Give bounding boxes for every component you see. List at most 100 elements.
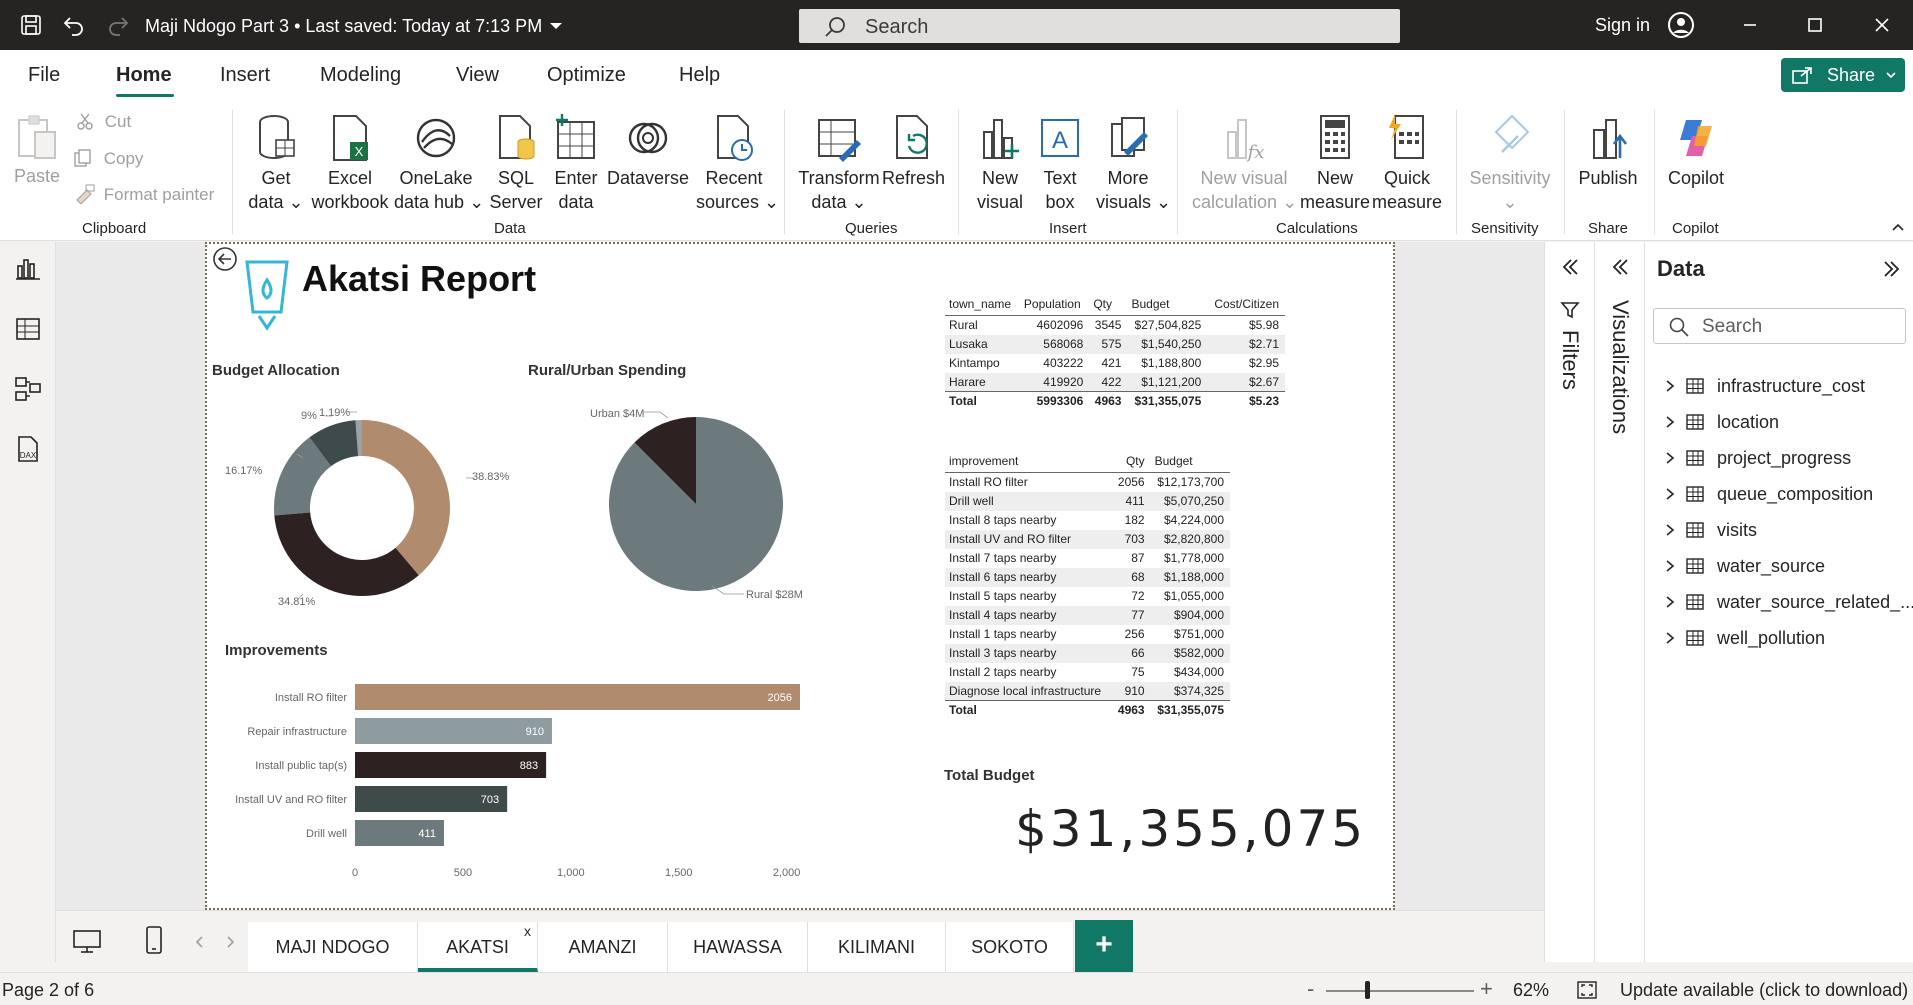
col-improvement[interactable]: improvement — [945, 452, 1113, 473]
paste-button[interactable]: Paste — [12, 112, 62, 188]
table-row[interactable]: Install 1 taps nearby 256 $751,000 — [945, 625, 1230, 644]
table-row[interactable]: Install RO filter 2056 $12,173,700 — [945, 473, 1230, 492]
town-budget-table[interactable]: town_name Population Qty Budget Cost/Cit… — [945, 295, 1285, 411]
more-visuals-button[interactable]: More visuals ⌄ — [1096, 112, 1171, 214]
zoom-slider-track[interactable] — [1326, 990, 1474, 992]
global-search-box[interactable]: Search — [799, 9, 1400, 43]
new-measure-button[interactable]: New measure — [1300, 112, 1370, 214]
improvement-bar[interactable] — [355, 752, 547, 778]
table-row[interactable]: Install 4 taps nearby 77 $904,000 — [945, 605, 1230, 625]
tab-insert[interactable]: Insert — [220, 64, 270, 87]
zoom-slider-thumb[interactable] — [1365, 981, 1370, 999]
dax-query-view-icon[interactable]: DAX — [13, 434, 43, 464]
new-visual-calculation-button[interactable]: fx New visual calculation ⌄ — [1192, 112, 1297, 214]
table-row[interactable]: Harare 419920 422 $1,121,200 $2.67 — [945, 372, 1285, 392]
improvement-budget-table[interactable]: improvement Qty Budget Install RO filter… — [945, 452, 1230, 720]
maximize-icon[interactable] — [1803, 13, 1827, 37]
document-title[interactable]: Maji Ndogo Part 3 • Last saved: Today at… — [145, 16, 542, 37]
table-view-icon[interactable] — [13, 314, 43, 344]
chevron-right-icon[interactable] — [1663, 556, 1677, 576]
table-row[interactable]: Install 7 taps nearby 87 $1,778,000 — [945, 549, 1230, 568]
scroll-tabs-right-icon[interactable] — [224, 935, 236, 949]
close-icon[interactable] — [1870, 13, 1894, 37]
improvement-bar[interactable] — [355, 718, 552, 744]
table-row[interactable]: Diagnose local infrastructure 910 $374,325 — [945, 681, 1230, 701]
improvement-bar[interactable] — [355, 684, 800, 710]
chevron-right-icon[interactable] — [1663, 628, 1677, 648]
col-town-name[interactable]: town_name — [945, 295, 1020, 316]
page-tab-amanzi[interactable]: AMANZI — [538, 922, 668, 972]
page-tab-hawassa[interactable]: HAWASSA — [668, 922, 808, 972]
chevron-right-icon[interactable] — [1663, 412, 1677, 432]
filters-pane[interactable]: Filters — [1544, 242, 1594, 962]
desktop-layout-icon[interactable] — [72, 929, 102, 955]
table-row[interactable]: Install 5 taps nearby 72 $1,055,000 — [945, 587, 1230, 606]
sign-in-link[interactable]: Sign in — [1595, 15, 1650, 36]
redo-icon[interactable] — [106, 13, 130, 37]
add-page-button[interactable]: + — [1075, 920, 1133, 972]
table-row[interactable]: Drill well 411 $5,070,250 — [945, 491, 1230, 511]
chevron-right-icon[interactable] — [1663, 448, 1677, 468]
copilot-button[interactable]: Copilot — [1664, 112, 1728, 190]
donut-slice[interactable] — [362, 420, 451, 576]
donut-slice[interactable] — [274, 512, 419, 596]
model-view-icon[interactable] — [13, 374, 43, 404]
publish-button[interactable]: Publish — [1574, 112, 1642, 190]
minimize-icon[interactable] — [1738, 13, 1762, 37]
tab-optimize[interactable]: Optimize — [547, 64, 626, 87]
table-row[interactable]: Install 8 taps nearby 182 $4,224,000 — [945, 511, 1230, 530]
back-arrow-icon[interactable] — [212, 246, 238, 272]
onelake-data-hub-button[interactable]: OneLake data hub ⌄ — [394, 112, 484, 214]
col-budget[interactable]: Budget — [1127, 295, 1208, 316]
format-painter-button[interactable]: Format painter — [73, 184, 214, 205]
page-tab-akatsi[interactable]: AKATSI x — [418, 922, 538, 972]
table-row[interactable]: Kintampo 403222 421 $1,188,800 $2.95 — [945, 354, 1285, 373]
chevron-right-icon[interactable] — [1663, 592, 1677, 612]
table-row[interactable]: Lusaka 568068 575 $1,540,250 $2.71 — [945, 334, 1285, 354]
recent-sources-button[interactable]: Recent sources ⌄ — [696, 112, 779, 214]
get-data-button[interactable]: Get data ⌄ — [248, 112, 304, 214]
col-population[interactable]: Population — [1019, 295, 1090, 316]
tab-help[interactable]: Help — [679, 64, 720, 87]
scroll-tabs-left-icon[interactable] — [194, 935, 206, 949]
sql-server-button[interactable]: SQL Server — [488, 112, 544, 214]
expand-filters-icon[interactable] — [1559, 256, 1581, 278]
rural-urban-pie-chart[interactable]: Urban $4M Rural $28M — [560, 392, 840, 622]
collapse-data-pane-icon[interactable] — [1881, 258, 1903, 280]
account-icon[interactable] — [1667, 11, 1695, 39]
save-icon[interactable] — [19, 13, 43, 37]
close-page-tab-icon[interactable]: x — [524, 906, 531, 956]
enter-data-button[interactable]: Enter data — [550, 112, 602, 214]
expand-visualizations-icon[interactable] — [1609, 256, 1631, 278]
collapse-ribbon-icon[interactable] — [1890, 220, 1906, 234]
col-budget[interactable]: Budget — [1150, 452, 1230, 473]
zoom-level[interactable]: 62% — [1513, 980, 1549, 1001]
table-row[interactable]: Rural 4602096 3545 $27,504,825 $5.98 — [945, 316, 1285, 335]
report-view-icon[interactable] — [13, 254, 43, 284]
chevron-right-icon[interactable] — [1663, 520, 1677, 540]
update-available-link[interactable]: Update available (click to download) — [1620, 980, 1908, 1001]
title-dropdown-icon[interactable] — [544, 14, 568, 38]
tab-home[interactable]: Home — [116, 64, 172, 87]
table-row[interactable]: Install 3 taps nearby 66 $582,000 — [945, 643, 1230, 663]
quick-measure-button[interactable]: Quick measure — [1372, 112, 1442, 214]
page-tab-sokoto[interactable]: SOKOTO — [946, 922, 1074, 972]
refresh-button[interactable]: Refresh — [882, 112, 945, 190]
dataverse-button[interactable]: Dataverse — [606, 112, 690, 190]
zoom-out-button[interactable]: - — [1307, 976, 1314, 1002]
new-visual-button[interactable]: New visual — [974, 112, 1026, 214]
col-qty[interactable]: Qty — [1112, 452, 1151, 473]
share-button[interactable]: Share — [1781, 58, 1905, 92]
fit-to-page-icon[interactable] — [1576, 980, 1598, 1000]
sensitivity-button[interactable]: Sensitivity ⌄ — [1466, 112, 1554, 214]
tab-view[interactable]: View — [456, 64, 499, 87]
col-cost-per-citizen[interactable]: Cost/Citizen — [1207, 295, 1285, 316]
col-qty[interactable]: Qty — [1089, 295, 1128, 316]
zoom-in-button[interactable]: + — [1480, 976, 1493, 1002]
table-row[interactable]: Install 2 taps nearby 75 $434,000 — [945, 663, 1230, 682]
text-box-button[interactable]: A Text box — [1034, 112, 1086, 214]
improvements-bar-chart[interactable]: Install RO filter 2056 Repair infrastructu… — [210, 668, 810, 888]
tab-file[interactable]: File — [28, 64, 60, 87]
chevron-right-icon[interactable] — [1663, 484, 1677, 504]
undo-icon[interactable] — [62, 13, 86, 37]
